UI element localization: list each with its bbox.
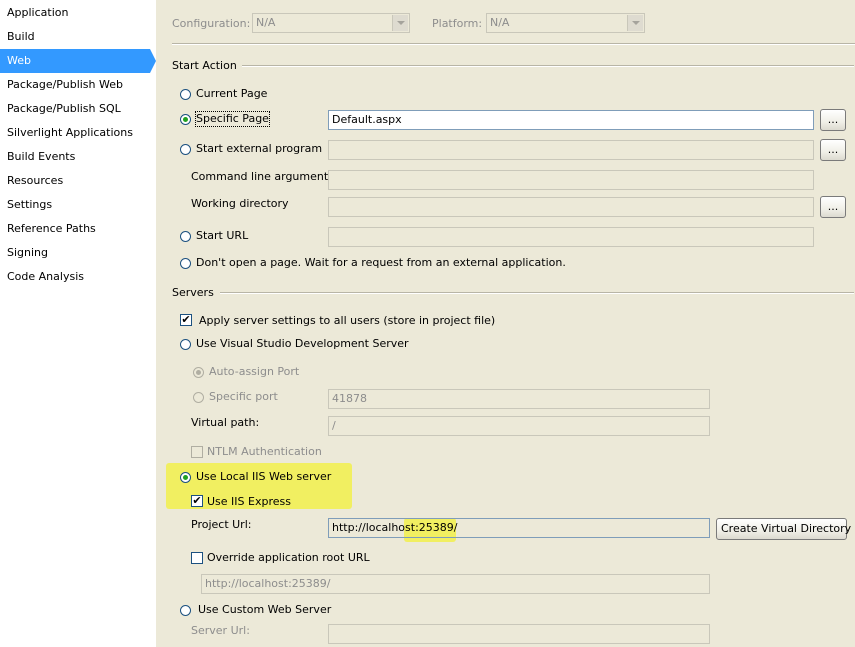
local-iis-web-server-label: Use Local IIS Web server [196, 470, 332, 483]
start-external-program-radio[interactable] [180, 144, 191, 155]
project-url-label: Project Url: [191, 518, 252, 531]
working-directory-label: Working directory [191, 197, 289, 210]
vs-development-server-radio[interactable] [180, 339, 191, 350]
specific-port-label: Specific port [209, 390, 278, 403]
server-url-label: Server Url: [191, 624, 250, 637]
virtual-path-label: Virtual path: [191, 416, 260, 429]
current-page-radio[interactable] [180, 89, 191, 100]
sidebar-item-code-analysis[interactable]: Code Analysis [0, 265, 150, 289]
configuration-select[interactable]: N/A [252, 13, 410, 33]
working-directory-input[interactable] [328, 197, 814, 217]
sidebar-item-package-publish-web[interactable]: Package/Publish Web [0, 73, 150, 97]
custom-web-server-radio[interactable] [180, 605, 191, 616]
sidebar-item-build[interactable]: Build [0, 25, 150, 49]
header-divider [172, 43, 855, 45]
override-root-url-checkbox[interactable] [191, 552, 203, 564]
external-program-input[interactable] [328, 140, 814, 160]
command-line-arguments-input[interactable] [328, 170, 814, 190]
virtual-path-input[interactable]: / [328, 416, 710, 436]
ntlm-authentication-label: NTLM Authentication [207, 445, 322, 458]
sidebar-item-web[interactable]: Web [0, 49, 150, 73]
sidebar: Application Build Web Package/Publish We… [0, 0, 156, 647]
auto-assign-port-label: Auto-assign Port [209, 365, 300, 378]
command-line-arguments-label: Command line arguments [191, 170, 334, 183]
specific-port-radio[interactable] [193, 392, 204, 403]
override-root-url-label: Override application root URL [207, 551, 370, 564]
apply-server-settings-label: Apply server settings to all users (stor… [199, 314, 496, 327]
apply-server-settings-checkbox[interactable]: ✔ [180, 314, 192, 326]
specific-port-input[interactable]: 41878 [328, 389, 710, 409]
servers-section-label: Servers [172, 286, 214, 299]
platform-select[interactable]: N/A [486, 13, 645, 33]
dont-open-page-label: Don't open a page. Wait for a request fr… [196, 256, 566, 269]
override-root-url-input[interactable]: http://localhost:25389/ [201, 574, 710, 594]
sidebar-item-signing[interactable]: Signing [0, 241, 150, 265]
create-virtual-directory-button[interactable]: Create Virtual Directory [716, 518, 851, 540]
specific-page-input[interactable]: Default.aspx [328, 110, 814, 130]
dont-open-page-radio[interactable] [180, 258, 191, 269]
sidebar-item-resources[interactable]: Resources [0, 169, 150, 193]
configuration-value: N/A [256, 16, 276, 29]
platform-label: Platform: [432, 17, 483, 30]
external-program-browse-button[interactable]: ... [820, 139, 846, 161]
chevron-down-icon [627, 15, 643, 31]
specific-page-label: Specific Page [195, 111, 270, 127]
configuration-label: Configuration: [172, 17, 251, 30]
chevron-down-icon [392, 15, 408, 31]
sidebar-item-package-publish-sql[interactable]: Package/Publish SQL [0, 97, 150, 121]
use-iis-express-checkbox[interactable]: ✔ [191, 495, 203, 507]
use-iis-express-label: Use IIS Express [207, 495, 291, 508]
vs-development-server-label: Use Visual Studio Development Server [196, 337, 409, 350]
specific-page-radio[interactable] [180, 114, 191, 125]
start-url-label: Start URL [196, 229, 249, 242]
start-action-divider [242, 65, 854, 67]
start-url-radio[interactable] [180, 231, 191, 242]
sidebar-item-settings[interactable]: Settings [0, 193, 150, 217]
ntlm-authentication-checkbox[interactable] [191, 446, 203, 458]
sidebar-item-reference-paths[interactable]: Reference Paths [0, 217, 150, 241]
platform-value: N/A [490, 16, 510, 29]
sidebar-item-build-events[interactable]: Build Events [0, 145, 150, 169]
working-directory-browse-button[interactable]: ... [820, 196, 846, 218]
servers-divider [220, 292, 854, 294]
current-page-label: Current Page [196, 87, 268, 100]
custom-web-server-label: Use Custom Web Server [198, 603, 332, 616]
web-properties-panel: Configuration: N/A Platform: N/A Start A… [156, 0, 855, 647]
start-action-section-label: Start Action [172, 59, 237, 72]
start-external-program-label: Start external program [196, 142, 323, 155]
start-url-input[interactable] [328, 227, 814, 247]
project-url-input[interactable]: http://localhost:25389/ [328, 518, 710, 538]
sidebar-item-silverlight-applications[interactable]: Silverlight Applications [0, 121, 150, 145]
server-url-input[interactable] [328, 624, 710, 644]
sidebar-item-application[interactable]: Application [0, 1, 150, 25]
auto-assign-port-radio[interactable] [193, 367, 204, 378]
specific-page-browse-button[interactable]: ... [820, 109, 846, 131]
local-iis-web-server-radio[interactable] [180, 472, 191, 483]
